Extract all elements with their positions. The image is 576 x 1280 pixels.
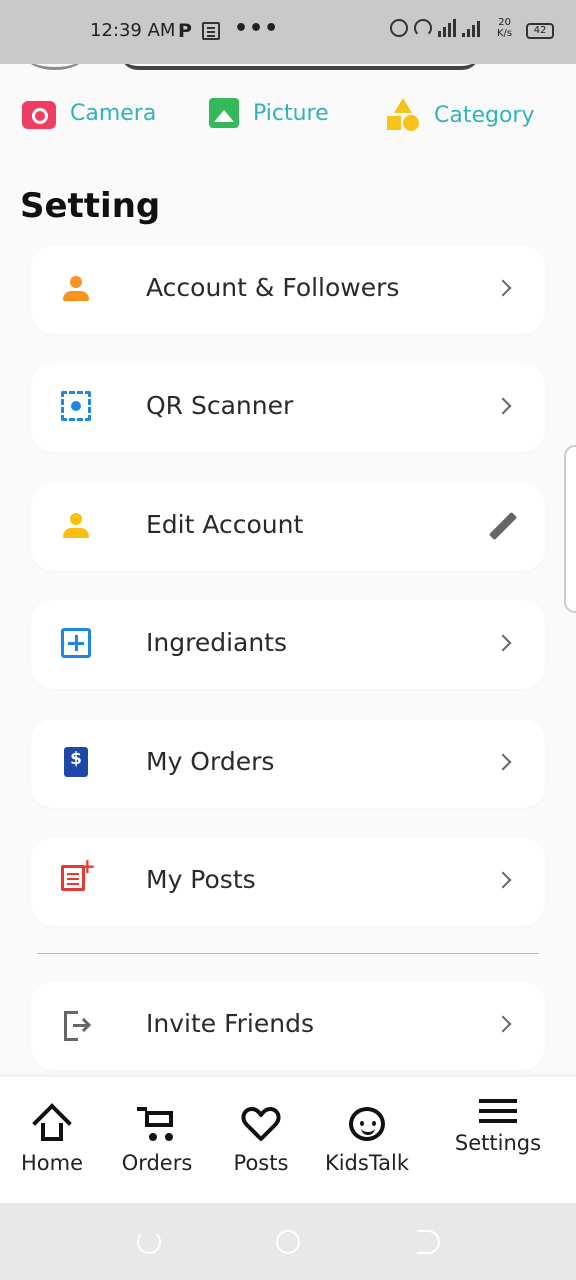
chevron-right-icon: [494, 634, 512, 652]
menu-icon: [479, 1099, 517, 1123]
more-notifications-icon: •••: [234, 16, 280, 41]
pencil-icon[interactable]: [487, 512, 517, 542]
nav-settings[interactable]: Settings: [450, 1099, 546, 1155]
category-icon: [386, 98, 420, 132]
system-icons: [390, 19, 480, 37]
nav-settings-label: Settings: [454, 1131, 542, 1155]
parking-notification-icon: P: [178, 20, 192, 42]
chevron-right-icon: [494, 1015, 512, 1033]
chevron-right-icon: [494, 753, 512, 771]
settings-item-label: Ingrediants: [146, 628, 288, 657]
category-button[interactable]: Category: [386, 98, 535, 132]
settings-item-label: Edit Account: [146, 510, 304, 539]
chevron-right-icon: [494, 279, 512, 297]
kid-face-icon: [347, 1105, 387, 1143]
picture-icon: [209, 98, 239, 128]
status-bar: 12:39 AM P ••• 20 K/s 42: [0, 0, 576, 64]
system-recents-icon[interactable]: [416, 1230, 440, 1254]
heart-icon: [241, 1105, 281, 1143]
settings-item-label: My Posts: [146, 865, 256, 894]
settings-item-my-posts[interactable]: My Posts: [31, 837, 545, 926]
nav-home[interactable]: Home: [18, 1103, 86, 1175]
chevron-right-icon: [494, 397, 512, 415]
settings-item-account-followers[interactable]: Account & Followers: [31, 245, 545, 334]
status-time: 12:39 AM: [90, 20, 176, 41]
nav-kidstalk[interactable]: KidsTalk: [320, 1105, 414, 1175]
camera-label: Camera: [70, 101, 157, 126]
post-add-icon: [61, 854, 96, 891]
nav-home-label: Home: [20, 1151, 83, 1175]
edge-panel-handle[interactable]: [564, 445, 576, 613]
settings-item-qr-scanner[interactable]: QR Scanner: [31, 363, 545, 452]
settings-item-label: Invite Friends: [146, 1009, 314, 1038]
system-back-icon[interactable]: [137, 1230, 161, 1254]
cart-icon: [137, 1105, 177, 1143]
signal-4g-icon: [438, 19, 456, 37]
picture-label: Picture: [253, 100, 329, 126]
settings-item-label: My Orders: [146, 747, 275, 776]
settings-item-invite-friends[interactable]: Invite Friends: [31, 981, 545, 1070]
person-icon: [61, 510, 91, 540]
bottom-nav: Home Orders Posts KidsTalk Settings: [0, 1077, 576, 1203]
camera-icon: [22, 101, 56, 129]
category-label: Category: [434, 102, 535, 128]
nav-kidstalk-label: KidsTalk: [324, 1151, 410, 1175]
network-speed-unit: K/s: [497, 28, 513, 39]
nav-posts-label: Posts: [233, 1151, 289, 1175]
quick-actions: Camera Picture Category: [0, 98, 576, 138]
divider: [37, 953, 539, 954]
network-speed: 20 K/s: [497, 17, 512, 39]
scrolled-header: [0, 64, 576, 74]
person-icon: [61, 273, 91, 303]
signal-icon: [462, 19, 480, 37]
qr-scan-icon: [61, 391, 91, 421]
invoice-icon: $: [64, 747, 88, 777]
settings-item-my-orders[interactable]: $ My Orders: [31, 719, 545, 808]
system-home-icon[interactable]: [276, 1230, 300, 1254]
plus-box-icon: [61, 628, 91, 658]
home-icon: [32, 1103, 72, 1143]
settings-item-edit-account[interactable]: Edit Account: [31, 482, 545, 571]
picture-button[interactable]: Picture: [209, 98, 329, 128]
exit-icon: [61, 1009, 89, 1041]
settings-item-ingrediants[interactable]: Ingrediants: [31, 600, 545, 689]
section-title: Setting: [20, 186, 161, 226]
avatar[interactable]: [25, 64, 85, 70]
system-nav-bar: [0, 1203, 576, 1280]
alarm-icon: [390, 19, 408, 37]
settings-item-label: Account & Followers: [146, 273, 400, 302]
screen: 12:39 AM P ••• 20 K/s 42 Camera Picture: [0, 0, 576, 1280]
nav-orders-label: Orders: [121, 1151, 193, 1175]
camera-button[interactable]: Camera: [22, 98, 156, 129]
battery-icon: 42: [526, 23, 554, 39]
search-bar[interactable]: [120, 64, 480, 70]
nav-orders[interactable]: Orders: [118, 1105, 196, 1175]
settings-item-label: QR Scanner: [146, 391, 294, 420]
invoice-symbol: $: [70, 749, 82, 769]
nav-posts[interactable]: Posts: [229, 1105, 293, 1175]
hotspot-icon: [414, 19, 432, 37]
news-notification-icon: [202, 22, 220, 40]
chevron-right-icon: [494, 871, 512, 889]
network-speed-value: 20: [498, 17, 511, 28]
